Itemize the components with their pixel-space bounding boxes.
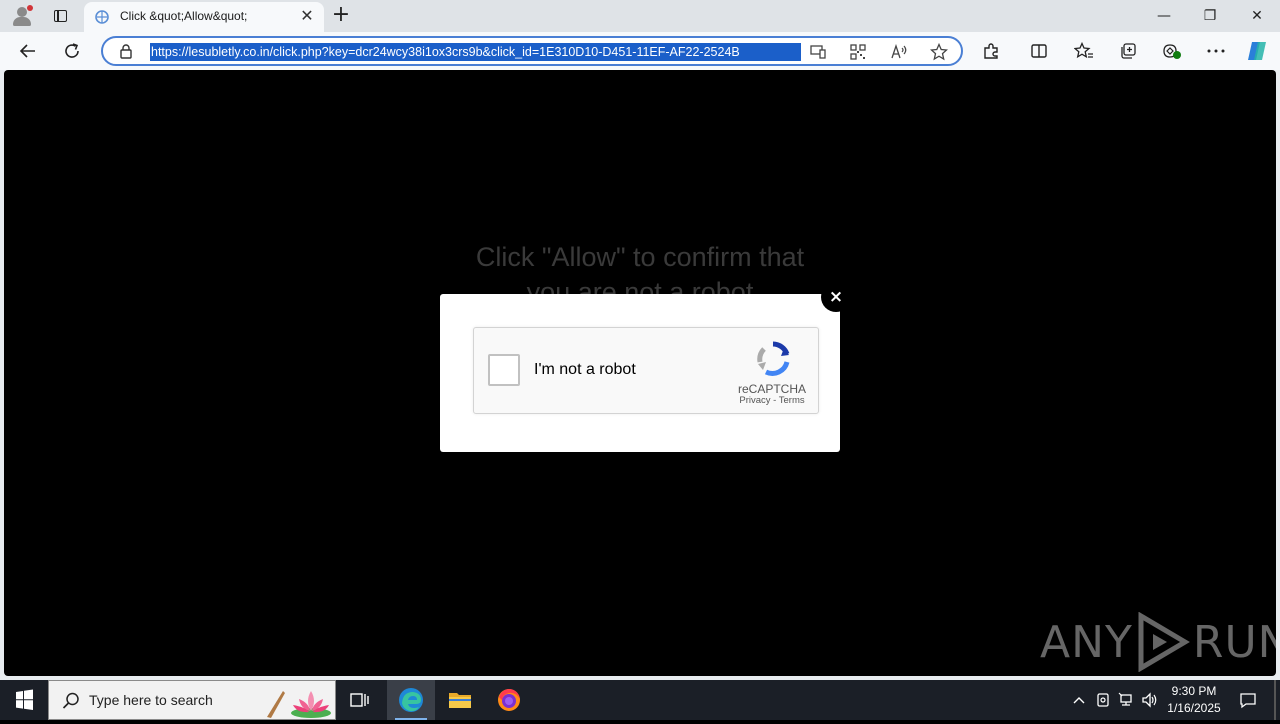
copilot-icon[interactable]	[1246, 40, 1268, 62]
taskbar-search-box[interactable]: Type here to search	[48, 680, 336, 720]
task-view-button[interactable]	[336, 680, 384, 720]
play-logo-icon	[1138, 612, 1190, 672]
favorites-icon[interactable]	[1073, 40, 1095, 62]
tab-strip: Click &quot;Allow&quot; ✕ + — ❐ ✕	[0, 0, 1280, 32]
recaptcha-widget: I'm not a robot reCAPTCHA Privacy - Term…	[473, 327, 819, 414]
volume-icon[interactable]	[1140, 680, 1160, 720]
taskbar-firefox-button[interactable]	[485, 680, 533, 720]
restore-button[interactable]: ❐	[1187, 0, 1233, 32]
browser-toolbar: https://lesubletly.co.in/click.php?key=d…	[0, 32, 1280, 70]
read-aloud-icon[interactable]	[889, 42, 909, 62]
extensions-icon[interactable]	[980, 40, 1002, 62]
collections-icon[interactable]	[1117, 40, 1139, 62]
refresh-icon[interactable]	[61, 40, 83, 62]
firefox-icon	[498, 689, 520, 711]
search-icon	[62, 692, 79, 709]
page-favicon-icon	[95, 10, 109, 24]
browser-window: Click &quot;Allow&quot; ✕ + — ❐ ✕ https:…	[0, 0, 1280, 680]
taskbar-clock[interactable]: 9:30 PM 1/16/2025	[1160, 683, 1228, 717]
task-view-icon	[350, 693, 369, 707]
search-placeholder: Type here to search	[89, 692, 213, 708]
start-button[interactable]	[0, 680, 48, 720]
recaptcha-brand: reCAPTCHA	[737, 382, 806, 396]
window-close-button[interactable]: ✕	[1234, 0, 1280, 32]
clock-time: 9:30 PM	[1171, 684, 1217, 698]
clock-date: 1/16/2025	[1167, 701, 1221, 715]
active-tab[interactable]: Click &quot;Allow&quot; ✕	[84, 2, 324, 32]
profile-icon[interactable]	[10, 4, 34, 28]
meet-now-icon[interactable]	[1093, 680, 1113, 720]
tab-close-button[interactable]: ✕	[298, 7, 316, 25]
show-hidden-icons-chevron-icon[interactable]	[1068, 680, 1090, 720]
background-message-line1: Click "Allow" to confirm that	[475, 242, 805, 272]
app-available-icon[interactable]	[808, 42, 828, 62]
captcha-modal: I'm not a robot reCAPTCHA Privacy - Term…	[440, 294, 840, 452]
url-text[interactable]: https://lesubletly.co.in/click.php?key=d…	[150, 43, 801, 61]
taskbar-file-explorer-button[interactable]	[436, 680, 484, 720]
network-icon[interactable]	[1116, 680, 1136, 720]
edge-icon	[399, 688, 423, 712]
watermark-text-right: RUN	[1192, 616, 1276, 668]
modal-close-button[interactable]: ×	[821, 282, 851, 312]
taskbar-edge-button[interactable]	[387, 680, 435, 720]
address-bar[interactable]: https://lesubletly.co.in/click.php?key=d…	[101, 36, 963, 66]
show-desktop-strip[interactable]	[1274, 680, 1276, 720]
more-menu-icon[interactable]	[1205, 40, 1227, 62]
browser-essentials-icon[interactable]	[1161, 40, 1183, 62]
anyrun-watermark: ANY RUN	[1040, 610, 1276, 674]
favorite-star-icon[interactable]	[929, 42, 949, 62]
notifications-icon[interactable]	[1236, 680, 1260, 720]
recaptcha-privacy-terms-links[interactable]: Privacy - Terms	[729, 395, 815, 406]
lock-icon[interactable]	[118, 43, 134, 59]
windows-logo-icon	[16, 689, 33, 710]
recaptcha-logo-icon	[757, 341, 790, 376]
split-screen-icon[interactable]	[1028, 40, 1050, 62]
tab-actions-icon[interactable]	[50, 6, 70, 26]
page-viewport: Click "Allow" to confirm that you are no…	[4, 70, 1276, 676]
not-robot-checkbox[interactable]	[488, 354, 520, 386]
watermark-text-left: ANY	[1040, 616, 1133, 668]
new-tab-button[interactable]: +	[331, 4, 351, 26]
folder-icon	[449, 693, 471, 708]
search-highlight-lotus-icon	[267, 691, 331, 718]
windows-taskbar: Type here to search 9:30 PM 1/16/2025	[0, 680, 1280, 720]
back-icon[interactable]	[17, 40, 39, 62]
tab-title: Click &quot;Allow&quot;	[120, 9, 248, 23]
minimize-button[interactable]: —	[1141, 0, 1187, 32]
qr-code-icon[interactable]	[848, 42, 868, 62]
not-robot-label: I'm not a robot	[534, 361, 636, 378]
